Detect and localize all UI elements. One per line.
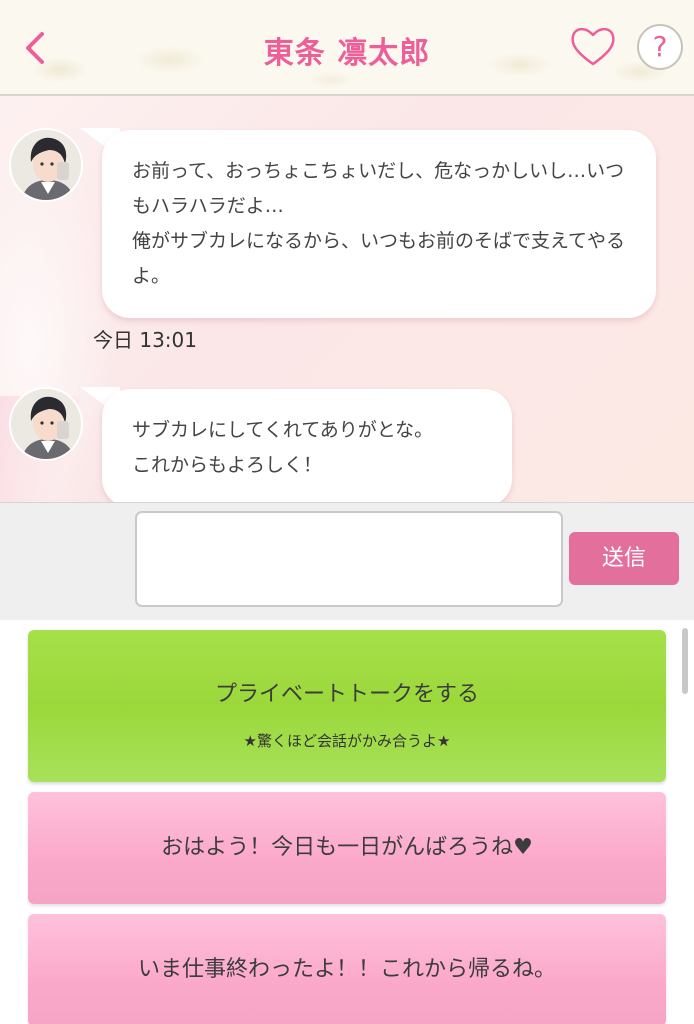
reply-option-button[interactable]: おはよう！今日も一日がんばろうね♥ bbox=[28, 792, 666, 904]
message-input[interactable] bbox=[135, 511, 563, 607]
private-talk-sublabel: ★驚くほど会話がかみ合うよ★ bbox=[243, 732, 451, 750]
favorite-button[interactable] bbox=[568, 24, 618, 68]
private-talk-label: プライベートトークをする bbox=[214, 682, 479, 707]
message-composer: 送信 bbox=[0, 502, 694, 620]
help-icon: ? bbox=[652, 30, 668, 63]
help-button[interactable]: ? bbox=[637, 24, 683, 70]
avatar bbox=[9, 387, 83, 461]
reply-options: プライベートトークをする ★驚くほど会話がかみ合うよ★ おはよう！今日も一日がん… bbox=[0, 620, 694, 1024]
reply-option-button[interactable]: いま仕事終わったよ！！これから帰るね。 bbox=[28, 914, 666, 1024]
header-bar: 東条 凛太郎 ? bbox=[0, 0, 694, 96]
heart-outline-icon bbox=[571, 27, 615, 66]
message-bubble: お前って、おっちょこちょいだし、危なっかしいし…いつもハラハラだよ… 俺がサブカ… bbox=[102, 130, 656, 318]
private-talk-button[interactable]: プライベートトークをする ★驚くほど会話がかみ合うよ★ bbox=[28, 630, 666, 782]
message-bubble: サブカレにしてくれてありがとな。 これからもよろしく！ bbox=[102, 389, 512, 502]
send-button[interactable]: 送信 bbox=[569, 532, 679, 585]
scrollbar[interactable] bbox=[682, 628, 688, 694]
chat-area[interactable]: お前って、おっちょこちょいだし、危なっかしいし…いつもハラハラだよ… 俺がサブカ… bbox=[0, 96, 694, 502]
message-timestamp: 今日 13:01 bbox=[93, 328, 197, 352]
avatar bbox=[9, 128, 83, 202]
